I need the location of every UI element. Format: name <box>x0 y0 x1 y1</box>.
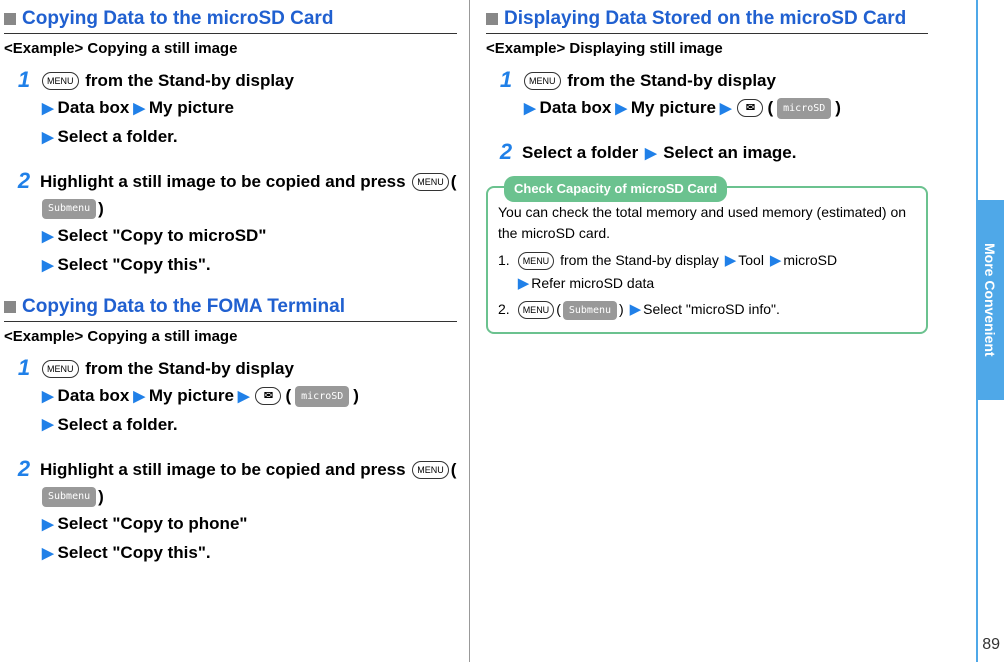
section-title-display-microsd: Displaying Data Stored on the microSD Ca… <box>486 8 928 34</box>
tip-list-item: 2. MENU(Submenu) ▶Select "microSD info". <box>498 299 916 322</box>
arrow-icon: ▶ <box>42 384 54 410</box>
step-2: 2 Select a folder ▶ Select an image. <box>494 139 928 166</box>
arrow-icon: ▶ <box>42 412 54 438</box>
page-number: 89 <box>982 636 1000 654</box>
menu-button-icon: MENU <box>412 173 449 191</box>
tip-box-check-capacity: Check Capacity of microSD Card You can c… <box>486 186 928 334</box>
step-number: 1 <box>12 357 36 379</box>
menu-button-icon: MENU <box>42 360 79 378</box>
step-text: Select "Copy to phone" <box>58 510 248 539</box>
step-2: 2 Highlight a still image to be copied a… <box>12 456 457 568</box>
arrow-icon: ▶ <box>615 96 627 122</box>
tip-text: Select "microSD info". <box>643 301 780 317</box>
section-title-text: Copying Data to the microSD Card <box>22 8 333 31</box>
step-text: from the Stand-by display <box>563 71 776 90</box>
step-text: Select an image. <box>663 143 796 162</box>
step-text: Select "Copy to microSD" <box>58 222 267 251</box>
menu-button-icon: MENU <box>518 252 555 270</box>
tip-text: microSD <box>783 252 837 268</box>
square-bullet-icon <box>4 301 16 313</box>
step-text: from the Stand-by display <box>81 71 294 90</box>
step-number: 2 <box>12 170 36 192</box>
mail-button-icon: ✉ <box>737 99 763 117</box>
arrow-icon: ▶ <box>42 96 54 122</box>
arrow-icon: ▶ <box>133 96 145 122</box>
submenu-button-icon: Submenu <box>563 301 617 320</box>
example-label: <Example> Copying a still image <box>4 40 457 57</box>
section-title-text: Copying Data to the FOMA Terminal <box>22 296 345 319</box>
step-text: from the Stand-by display <box>81 359 294 378</box>
square-bullet-icon <box>486 13 498 25</box>
step-text: Data box <box>540 94 612 123</box>
arrow-icon: ▶ <box>720 96 732 122</box>
step-number: 1 <box>12 69 36 91</box>
left-column: Copying Data to the microSD Card <Exampl… <box>0 0 470 662</box>
tip-intro: You can check the total memory and used … <box>498 202 916 244</box>
arrow-icon: ▶ <box>42 224 54 250</box>
submenu-button-icon: Submenu <box>42 487 96 507</box>
step-text: My picture <box>631 94 716 123</box>
tip-list-item: 1. MENU from the Stand-by display ▶Tool … <box>498 250 916 295</box>
example-label: <Example> Copying a still image <box>4 328 457 345</box>
step-text: Highlight a still image to be copied and… <box>40 460 410 479</box>
arrow-icon: ▶ <box>770 250 782 273</box>
section-title-copy-to-foma: Copying Data to the FOMA Terminal <box>4 296 457 322</box>
step-text: Highlight a still image to be copied and… <box>40 172 410 191</box>
step-2: 2 Highlight a still image to be copied a… <box>12 168 457 280</box>
tip-item-number: 2. <box>498 299 510 322</box>
menu-button-icon: MENU <box>42 72 79 90</box>
section-title-text: Displaying Data Stored on the microSD Ca… <box>504 8 906 31</box>
arrow-icon: ▶ <box>630 299 642 322</box>
arrow-icon: ▶ <box>42 125 54 151</box>
step-number: 2 <box>12 458 36 480</box>
microsd-button-icon: microSD <box>295 386 349 407</box>
example-label: <Example> Displaying still image <box>486 40 928 57</box>
tip-text: Refer microSD data <box>531 275 654 291</box>
microsd-button-icon: microSD <box>777 98 831 119</box>
step-text: Data box <box>58 94 130 123</box>
arrow-icon: ▶ <box>42 253 54 279</box>
arrow-icon: ▶ <box>524 96 536 122</box>
arrow-icon: ▶ <box>518 273 530 296</box>
menu-button-icon: MENU <box>518 301 555 319</box>
mail-button-icon: ✉ <box>255 387 281 405</box>
tip-text: Tool <box>738 252 764 268</box>
step-1: 1 MENU from the Stand-by display ▶Data b… <box>494 67 928 123</box>
arrow-icon: ▶ <box>42 512 54 538</box>
step-text: Select a folder. <box>58 411 178 440</box>
menu-button-icon: MENU <box>524 72 561 90</box>
arrow-icon: ▶ <box>42 541 54 567</box>
section-title-copy-to-microsd: Copying Data to the microSD Card <box>4 8 457 34</box>
submenu-button-icon: Submenu <box>42 199 96 219</box>
step-text: My picture <box>149 94 234 123</box>
arrow-icon: ▶ <box>133 384 145 410</box>
tip-text: from the Stand-by display <box>556 252 719 268</box>
step-text: Select a folder. <box>58 123 178 152</box>
menu-button-icon: MENU <box>412 461 449 479</box>
arrow-icon: ▶ <box>645 142 657 166</box>
arrow-icon: ▶ <box>725 250 737 273</box>
step-number: 1 <box>494 69 518 91</box>
square-bullet-icon <box>4 13 16 25</box>
step-1: 1 MENU from the Stand-by display ▶Data b… <box>12 67 457 152</box>
step-text: Data box <box>58 382 130 411</box>
step-text: Select a folder <box>522 143 638 162</box>
step-text: Select "Copy this". <box>58 539 211 568</box>
step-1: 1 MENU from the Stand-by display ▶Data b… <box>12 355 457 440</box>
arrow-icon: ▶ <box>238 384 250 410</box>
tip-title: Check Capacity of microSD Card <box>504 176 727 202</box>
step-text: My picture <box>149 382 234 411</box>
step-number: 2 <box>494 141 518 163</box>
tip-item-number: 1. <box>498 250 510 295</box>
right-column: Displaying Data Stored on the microSD Ca… <box>470 0 940 662</box>
step-text: Select "Copy this". <box>58 251 211 280</box>
side-tab: More Convenient <box>976 200 1004 400</box>
